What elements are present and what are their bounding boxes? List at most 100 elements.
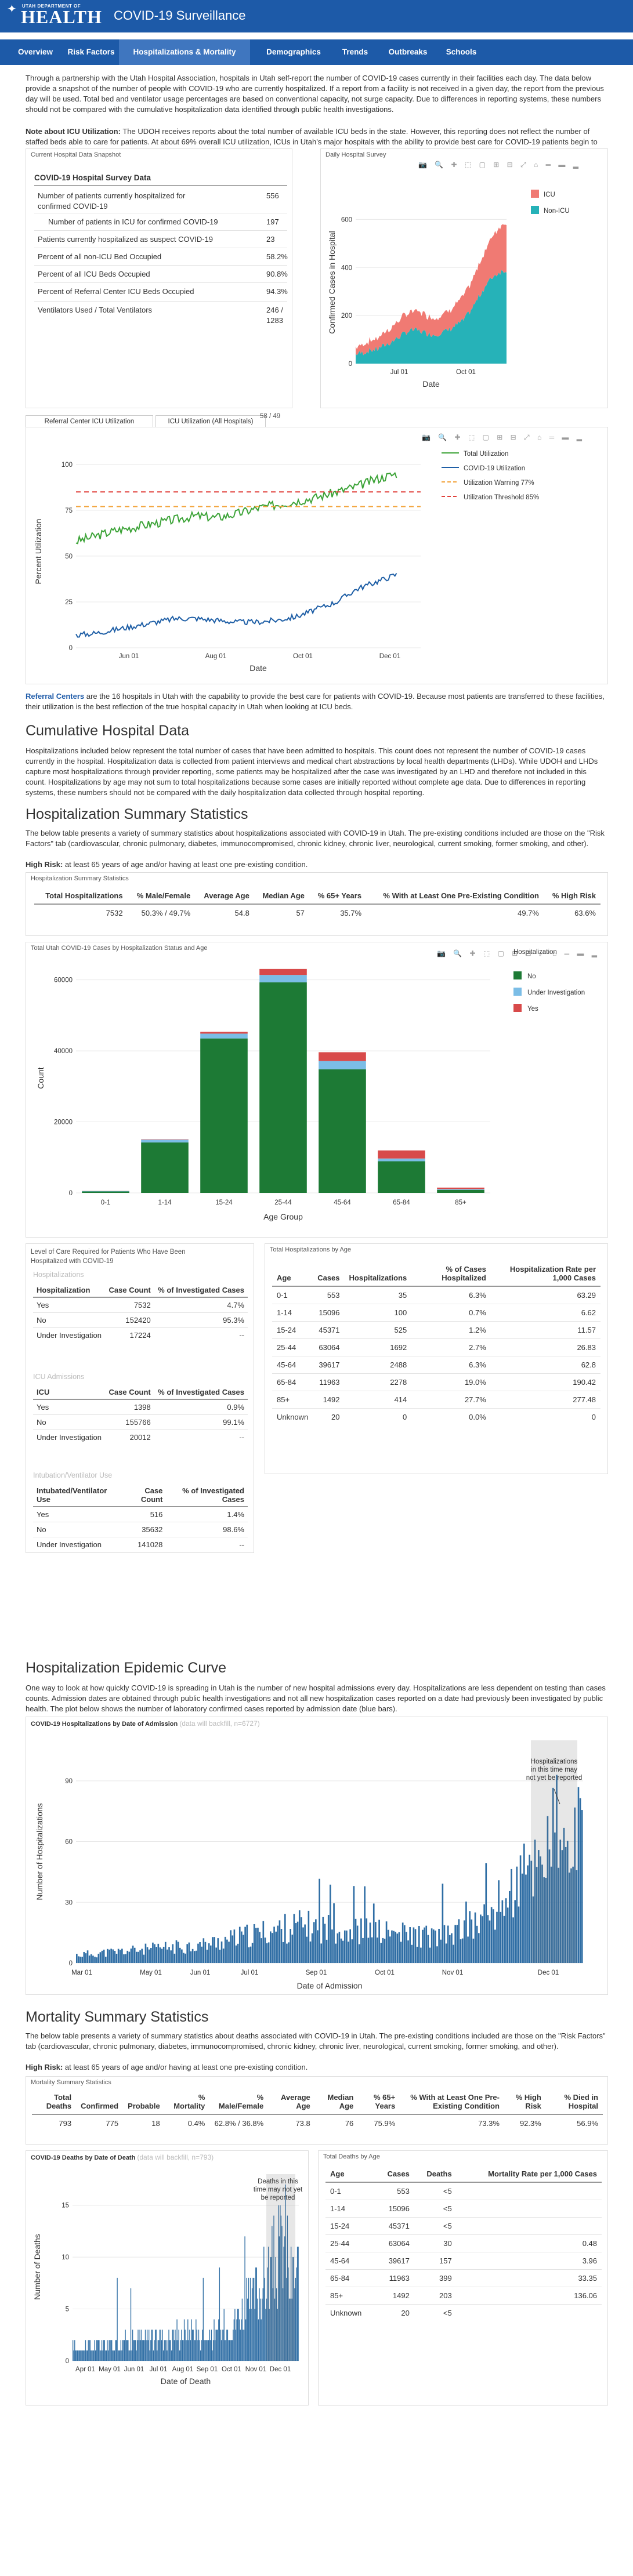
death-bar[interactable] <box>208 2340 209 2361</box>
admission-bar[interactable] <box>338 1932 341 1963</box>
admission-bar[interactable] <box>204 1942 207 1963</box>
age-bar-segment[interactable] <box>378 1150 425 1159</box>
admission-bar[interactable] <box>253 1924 255 1963</box>
admission-bar[interactable] <box>201 1946 203 1963</box>
admission-bar[interactable] <box>143 1954 145 1963</box>
admission-bar[interactable] <box>150 1947 152 1963</box>
death-bar[interactable] <box>187 2319 189 2361</box>
tab-schools[interactable]: Schools <box>441 39 482 65</box>
legend-label[interactable]: No <box>527 973 536 980</box>
admission-bar[interactable] <box>315 1919 317 1963</box>
death-bar[interactable] <box>115 2340 117 2361</box>
death-bar[interactable] <box>158 2340 160 2361</box>
death-bar[interactable] <box>126 2340 128 2361</box>
admission-bar[interactable] <box>358 1944 360 1963</box>
admission-bar[interactable] <box>85 1953 87 1963</box>
death-bar[interactable] <box>74 2340 75 2361</box>
admission-bar[interactable] <box>259 1932 261 1963</box>
legend-label[interactable]: Under Investigation <box>527 989 585 996</box>
death-bar[interactable] <box>179 2350 180 2361</box>
admission-bar[interactable] <box>414 1929 417 1963</box>
tab-referral-center-icu[interactable]: Referral Center ICU Utilization <box>26 415 153 427</box>
admission-bar[interactable] <box>331 1929 333 1963</box>
admission-bar[interactable] <box>311 1933 313 1963</box>
age-bar-segment[interactable] <box>200 1033 248 1039</box>
death-bar[interactable] <box>234 2309 236 2361</box>
death-bar[interactable] <box>155 2330 157 2361</box>
admission-bar[interactable] <box>427 1935 429 1963</box>
death-bar[interactable] <box>132 2330 133 2361</box>
death-bar[interactable] <box>88 2340 89 2361</box>
death-bar[interactable] <box>212 2340 214 2361</box>
death-bar[interactable] <box>100 2350 102 2361</box>
admission-bar[interactable] <box>155 1947 157 1963</box>
admission-bar[interactable] <box>123 1954 125 1963</box>
death-bar[interactable] <box>226 2330 227 2361</box>
death-bar[interactable] <box>211 2330 212 2361</box>
death-bar[interactable] <box>232 2340 233 2361</box>
death-bar[interactable] <box>86 2350 88 2361</box>
death-bar[interactable] <box>176 2319 178 2361</box>
death-bar[interactable] <box>104 2340 105 2361</box>
death-bar[interactable] <box>168 2330 169 2361</box>
legend-swatch[interactable] <box>531 190 539 198</box>
death-bar[interactable] <box>231 2340 232 2361</box>
admission-bar[interactable] <box>500 1911 502 1963</box>
age-bar-segment[interactable] <box>259 982 307 1193</box>
tab-demographics[interactable]: Demographics <box>264 39 323 65</box>
admission-bar[interactable] <box>175 1940 178 1963</box>
admission-bar[interactable] <box>529 1855 531 1963</box>
admission-bar[interactable] <box>387 1929 389 1963</box>
admission-bar[interactable] <box>366 1918 368 1963</box>
admission-bar[interactable] <box>154 1944 155 1963</box>
admission-bar[interactable] <box>351 1939 353 1963</box>
death-bar[interactable] <box>135 2340 136 2361</box>
admission-bar[interactable] <box>487 1915 489 1963</box>
admission-bar[interactable] <box>251 1943 254 1963</box>
admission-bar[interactable] <box>501 1900 504 1963</box>
age-bar-segment[interactable] <box>378 1161 425 1193</box>
admission-bar[interactable] <box>401 1922 404 1963</box>
admission-bar[interactable] <box>108 1949 110 1963</box>
admission-bar[interactable] <box>343 1930 346 1963</box>
admission-bar[interactable] <box>384 1939 386 1963</box>
death-bar[interactable] <box>142 2340 143 2361</box>
admission-bar[interactable] <box>107 1949 108 1963</box>
admission-bar[interactable] <box>325 1939 328 1963</box>
death-bar[interactable] <box>249 2277 251 2361</box>
death-bar[interactable] <box>164 2340 165 2361</box>
admission-bar[interactable] <box>380 1943 382 1963</box>
admission-bar[interactable] <box>212 1937 214 1963</box>
legend-swatch[interactable] <box>513 971 522 979</box>
death-bar[interactable] <box>252 2277 254 2361</box>
admission-bar[interactable] <box>255 1928 257 1963</box>
admission-bar[interactable] <box>492 1909 494 1963</box>
death-bar[interactable] <box>89 2340 91 2361</box>
admission-bar[interactable] <box>172 1944 174 1963</box>
admission-bar[interactable] <box>76 1954 78 1963</box>
admission-bar[interactable] <box>333 1903 335 1963</box>
death-bar[interactable] <box>153 2350 154 2361</box>
admission-bar[interactable] <box>181 1949 183 1963</box>
admission-bar[interactable] <box>235 1945 237 1963</box>
death-bar[interactable] <box>151 2330 153 2361</box>
death-bar[interactable] <box>144 2330 146 2361</box>
admission-bar[interactable] <box>222 1949 225 1963</box>
death-bar[interactable] <box>265 2309 266 2361</box>
admission-bar[interactable] <box>514 1900 516 1963</box>
legend-label[interactable]: Total Utilization <box>464 451 508 458</box>
admission-bar[interactable] <box>298 1910 301 1963</box>
tab-icu-all-hospitals[interactable]: ICU Utilization (All Hospitals) <box>155 415 266 427</box>
admission-bar[interactable] <box>126 1950 129 1963</box>
admission-bar[interactable] <box>432 1929 435 1963</box>
admission-bar[interactable] <box>277 1925 279 1963</box>
death-bar[interactable] <box>139 2330 140 2361</box>
admission-bar[interactable] <box>342 1940 344 1963</box>
admission-bar[interactable] <box>355 1918 357 1963</box>
admission-bar[interactable] <box>335 1943 337 1963</box>
admission-bar[interactable] <box>103 1949 105 1963</box>
admission-bar[interactable] <box>364 1886 366 1963</box>
admission-bar[interactable] <box>372 1903 375 1963</box>
death-bar[interactable] <box>152 2330 153 2361</box>
death-bar[interactable] <box>129 2350 131 2361</box>
